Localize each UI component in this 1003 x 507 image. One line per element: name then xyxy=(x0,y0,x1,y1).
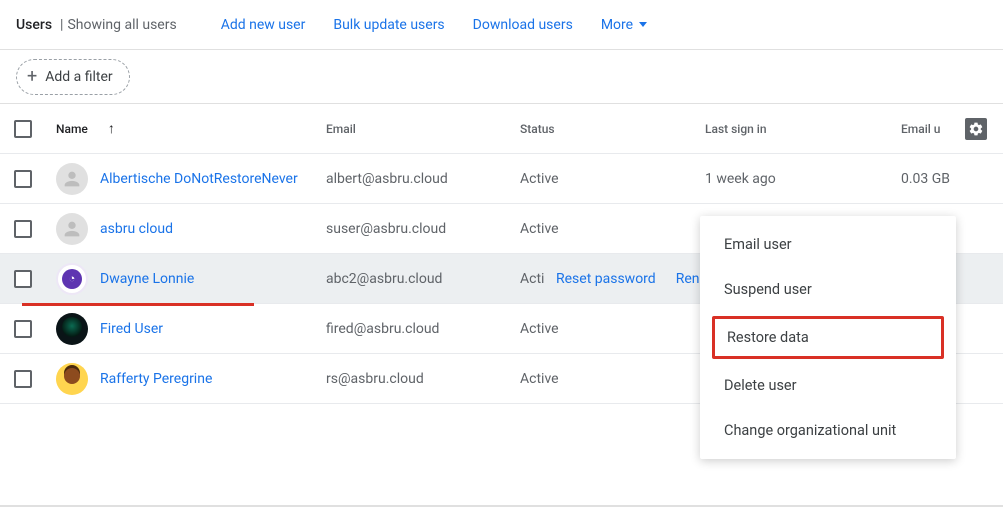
page-title: Users xyxy=(16,17,52,33)
avatar xyxy=(56,313,88,345)
cell-status: Active xyxy=(520,171,705,187)
table-header: Name↑ Email Status Last sign in Email u xyxy=(0,104,1003,154)
col-status-header[interactable]: Status xyxy=(520,122,705,136)
user-name-link[interactable]: Fired User xyxy=(100,321,163,337)
gear-icon xyxy=(968,121,984,137)
person-icon xyxy=(61,218,83,240)
menu-delete-user[interactable]: Delete user xyxy=(700,363,956,408)
cell-email: fired@asbru.cloud xyxy=(326,321,520,337)
cell-email: rs@asbru.cloud xyxy=(326,371,520,387)
col-email-header[interactable]: Email xyxy=(326,122,520,136)
more-options-menu: Email user Suspend user Restore data Del… xyxy=(700,216,956,459)
table-row[interactable]: Albertische DoNotRestoreNever albert@asb… xyxy=(0,154,1003,204)
reset-password-link[interactable]: Reset password xyxy=(556,271,656,287)
cell-status: Active xyxy=(520,321,705,337)
page-subtitle: Showing all users xyxy=(67,17,176,33)
person-icon xyxy=(61,168,83,190)
column-settings-button[interactable] xyxy=(965,118,987,140)
row-checkbox[interactable] xyxy=(14,220,32,238)
user-name-link[interactable]: Albertische DoNotRestoreNever xyxy=(100,171,298,187)
row-checkbox[interactable] xyxy=(14,270,32,288)
row-checkbox[interactable] xyxy=(14,170,32,188)
more-menu-link[interactable]: More xyxy=(601,17,647,33)
select-all-checkbox[interactable] xyxy=(14,120,32,138)
cell-email: abc2@asbru.cloud xyxy=(326,271,520,287)
filter-bar: + Add a filter xyxy=(0,50,1003,104)
row-checkbox[interactable] xyxy=(14,320,32,338)
avatar xyxy=(56,363,88,395)
row-checkbox[interactable] xyxy=(14,370,32,388)
menu-suspend-user[interactable]: Suspend user xyxy=(700,267,956,312)
avatar: ◔ xyxy=(56,263,88,295)
user-name-link[interactable]: Dwayne Lonnie xyxy=(100,271,194,287)
menu-email-user[interactable]: Email user xyxy=(700,222,956,267)
col-name-label: Name xyxy=(56,122,88,136)
user-name-link[interactable]: asbru cloud xyxy=(100,221,173,237)
menu-change-ou[interactable]: Change organizational unit xyxy=(700,408,956,453)
cell-status: Active xyxy=(520,221,705,237)
download-users-link[interactable]: Download users xyxy=(473,17,573,33)
cell-signin: 1 week ago xyxy=(705,171,901,187)
cell-email: albert@asbru.cloud xyxy=(326,171,520,187)
annotation-underline xyxy=(22,303,254,306)
cell-usage: 0.03 GB xyxy=(901,171,989,187)
avatar-initial-icon: ◔ xyxy=(62,269,82,289)
add-user-link[interactable]: Add new user xyxy=(221,17,306,33)
sort-asc-icon: ↑ xyxy=(108,120,115,137)
cell-email: suser@asbru.cloud xyxy=(326,221,520,237)
col-signin-header[interactable]: Last sign in xyxy=(705,122,901,136)
title-separator: | xyxy=(60,17,63,33)
cell-status: Active xyxy=(520,371,705,387)
bulk-update-link[interactable]: Bulk update users xyxy=(333,17,444,33)
avatar xyxy=(56,213,88,245)
menu-restore-data[interactable]: Restore data xyxy=(712,316,944,359)
user-name-link[interactable]: Rafferty Peregrine xyxy=(100,371,212,387)
add-filter-button[interactable]: + Add a filter xyxy=(16,59,130,95)
col-name-header[interactable]: Name ↑ xyxy=(56,120,326,137)
row-hover-actions: Reset password Rena xyxy=(556,254,707,303)
header-links: Add new user Bulk update users Download … xyxy=(221,17,647,33)
header-bar: Users | Showing all users Add new user B… xyxy=(0,0,1003,50)
add-filter-label: Add a filter xyxy=(45,69,112,85)
avatar xyxy=(56,163,88,195)
more-label: More xyxy=(601,17,633,33)
caret-down-icon xyxy=(639,22,647,27)
